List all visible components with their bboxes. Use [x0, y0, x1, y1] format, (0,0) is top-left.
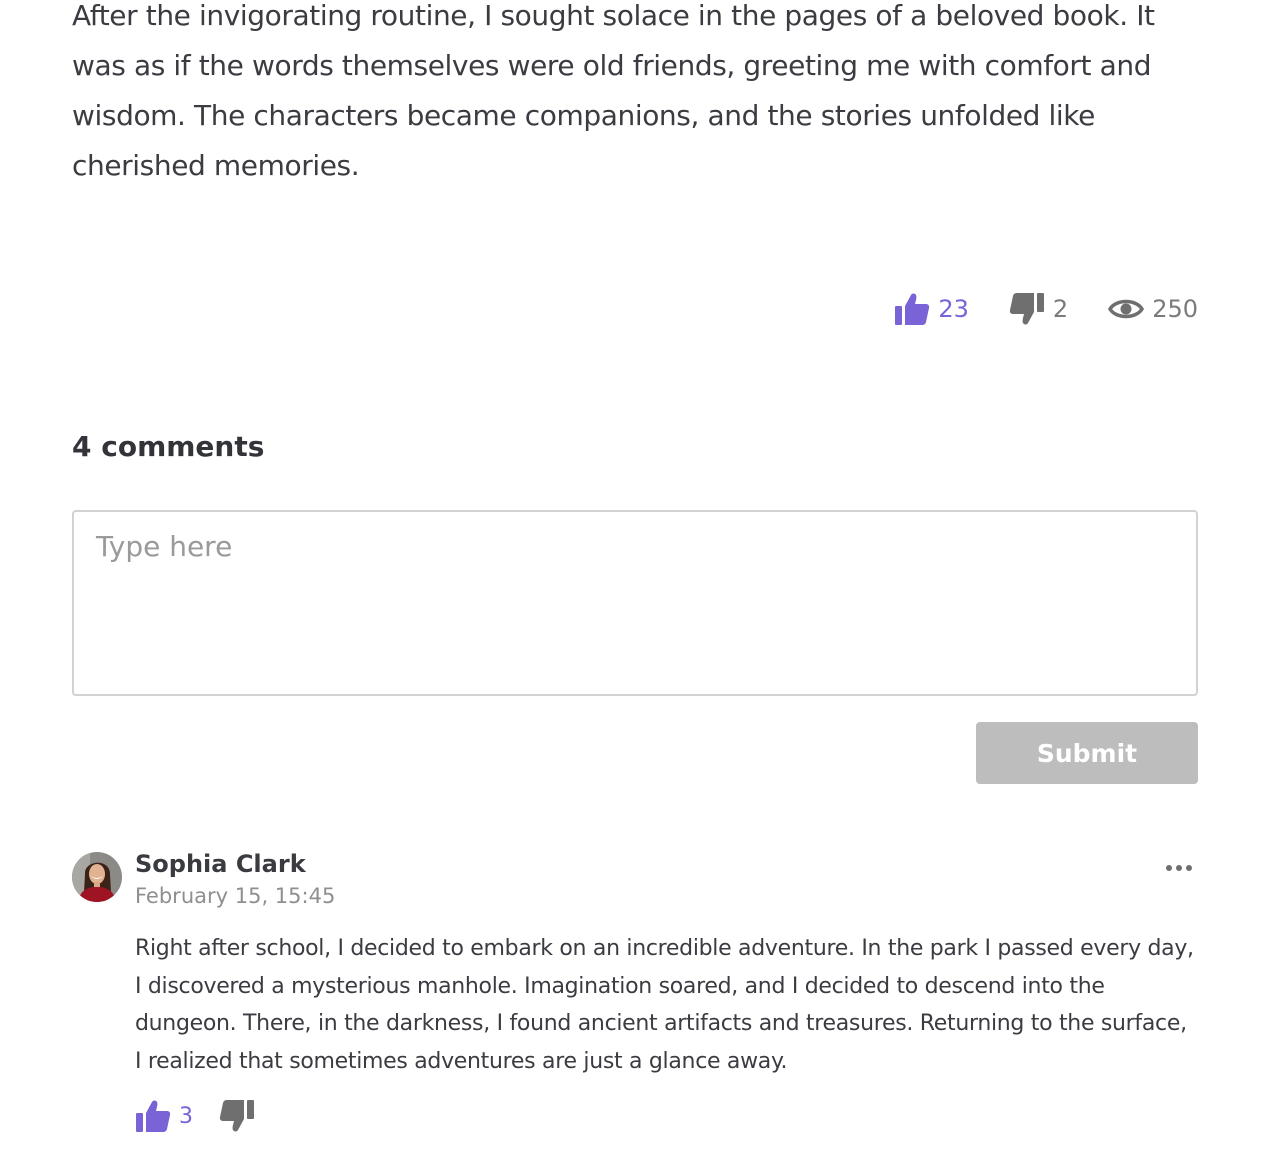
- views-stat: 250: [1108, 295, 1198, 323]
- like-button[interactable]: 23: [894, 292, 969, 326]
- comment-input[interactable]: [72, 510, 1198, 696]
- thumbs-down-icon: [219, 1099, 255, 1133]
- avatar[interactable]: [72, 852, 122, 902]
- thumbs-up-icon: [894, 292, 930, 326]
- comment-like-count: 3: [179, 1103, 193, 1129]
- more-dots-icon: [1164, 860, 1194, 879]
- comment-actions: 3: [135, 1098, 263, 1134]
- thumbs-down-icon: [1009, 292, 1045, 326]
- comment-date: February 15, 15:45: [135, 884, 336, 908]
- comment-text: Right after school, I decided to embark …: [135, 936, 1194, 1074]
- comment-like-button[interactable]: 3: [135, 1099, 193, 1133]
- dislike-count: 2: [1052, 295, 1069, 323]
- submit-button[interactable]: Submit: [976, 722, 1198, 784]
- post-stats: 23 2 250: [894, 290, 1198, 328]
- post-page: After the invigorating routine, I sought…: [0, 0, 1264, 1176]
- eye-icon: [1108, 296, 1145, 322]
- dislike-button[interactable]: 2: [1009, 292, 1068, 326]
- views-count: 250: [1152, 295, 1198, 323]
- more-options-button[interactable]: [1164, 860, 1194, 874]
- thumbs-up-icon: [135, 1099, 171, 1133]
- like-count: 23: [938, 295, 969, 323]
- article-paragraph: After the invigorating routine, I sought…: [72, 0, 1155, 182]
- comment-author[interactable]: Sophia Clark: [135, 850, 306, 878]
- comment-dislike-button[interactable]: [219, 1099, 263, 1133]
- comments-count-heading: 4 comments: [72, 430, 265, 463]
